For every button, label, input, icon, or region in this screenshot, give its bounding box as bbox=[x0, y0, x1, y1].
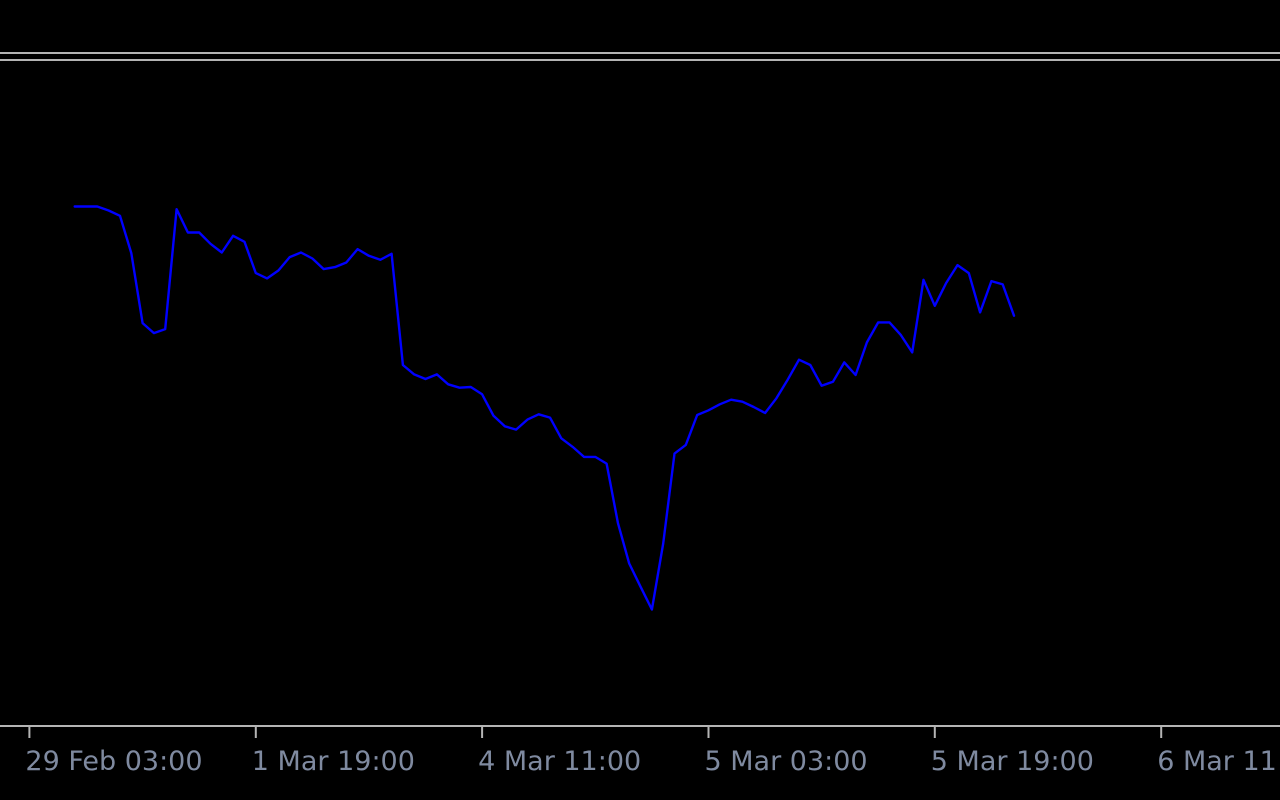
x-tick-label: 5 Mar 19:00 bbox=[931, 746, 1094, 777]
x-tick-label: 6 Mar 11:00 bbox=[1157, 746, 1280, 777]
chart-area: 29 Feb 03:00 1 Mar 19:00 4 Mar 11:00 5 Mar … bbox=[0, 0, 1280, 800]
x-tick-label: 1 Mar 19:00 bbox=[252, 746, 415, 777]
x-tick-label: 5 Mar 03:00 bbox=[705, 746, 868, 777]
x-tick-label: 29 Feb 03:00 bbox=[25, 746, 202, 777]
chart-background bbox=[0, 0, 1280, 800]
x-tick-label: 4 Mar 11:00 bbox=[478, 746, 641, 777]
line-chart: 29 Feb 03:00 1 Mar 19:00 4 Mar 11:00 5 Mar … bbox=[0, 0, 1280, 800]
